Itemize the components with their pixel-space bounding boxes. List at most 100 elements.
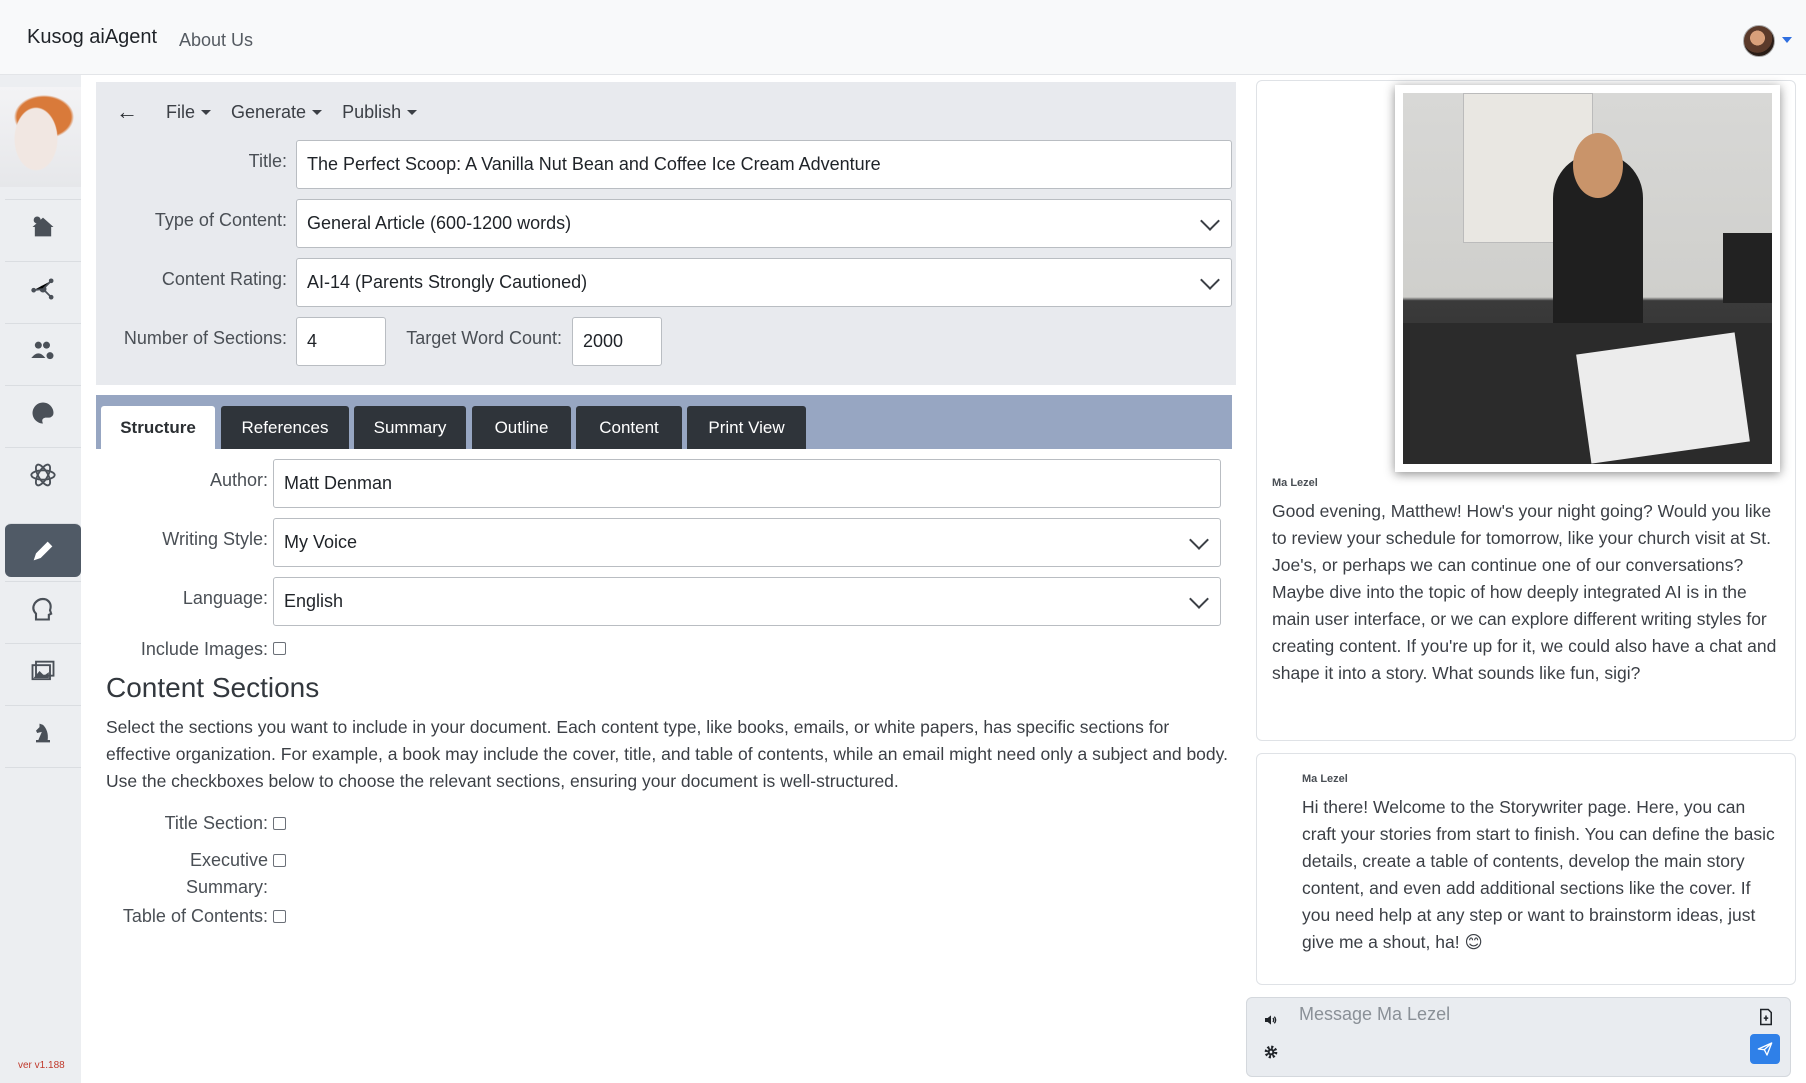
version-label: ver v1.188	[18, 1060, 65, 1071]
images-icon	[31, 660, 55, 680]
atom-icon	[30, 463, 56, 486]
content-type-value: General Article (600-1200 words)	[307, 213, 572, 233]
pen-icon	[33, 541, 53, 560]
message-composer: Message Ma Lezel	[1246, 997, 1791, 1077]
paper-plane-icon	[1757, 1042, 1773, 1056]
file-menu[interactable]: File	[166, 101, 212, 123]
sidebar-item-mind[interactable]	[5, 581, 81, 635]
content-type-label: Type of Content:	[154, 210, 287, 230]
users-gear-icon	[31, 341, 54, 359]
generate-menu[interactable]: Generate	[231, 101, 323, 123]
include-images-label: Include Images:	[140, 639, 268, 659]
tab-print-view[interactable]: Print View	[687, 406, 806, 449]
tab-summary[interactable]: Summary	[354, 406, 466, 449]
message-speaker: Ma Lezel	[1302, 773, 1348, 785]
tab-content[interactable]: Content	[576, 406, 682, 449]
top-navbar: Kusog aiAgent About Us	[0, 0, 1806, 75]
send-button[interactable]	[1750, 1034, 1780, 1064]
settings-gear-icon[interactable]	[1263, 1044, 1279, 1060]
sidebar-item-palette[interactable]	[5, 385, 81, 439]
back-arrow-icon[interactable]: ←	[116, 99, 138, 125]
exec-summary-label-line2: Summary:	[185, 877, 268, 897]
author-label: Author:	[209, 470, 268, 490]
document-menu-bar: ← File Generate Publish	[116, 99, 437, 125]
title-input-value: The Perfect Scoop: A Vanilla Nut Bean an…	[307, 154, 881, 174]
content-type-select[interactable]: General Article (600-1200 words)	[296, 199, 1232, 248]
writing-style-value: My Voice	[284, 532, 358, 552]
left-sidebar: ver v1.188	[0, 75, 81, 1083]
monitor-shape	[1723, 233, 1772, 303]
sections-count-value: 4	[307, 331, 318, 351]
home-gear-icon	[32, 216, 54, 236]
content-rating-label: Content Rating:	[161, 269, 287, 289]
agent-avatar[interactable]	[0, 87, 81, 187]
character-photo	[1395, 85, 1780, 472]
exec-summary-label-line1: Executive	[189, 850, 268, 870]
character-image	[1403, 93, 1772, 464]
sidebar-item-network[interactable]	[5, 261, 81, 315]
chevron-down-icon	[201, 109, 212, 115]
sections-count-label: Number of Sections:	[123, 328, 287, 348]
attach-document-icon[interactable]	[1758, 1008, 1774, 1026]
toc-label: Table of Contents:	[122, 906, 268, 926]
message-text: Hi there! Welcome to the Storywriter pag…	[1302, 797, 1775, 952]
author-input[interactable]: Matt Denman	[273, 459, 1221, 508]
tab-structure[interactable]: Structure	[101, 406, 215, 449]
content-rating-select[interactable]: AI-14 (Parents Strongly Cautioned)	[296, 258, 1232, 307]
tab-outline[interactable]: Outline	[472, 406, 571, 449]
tab-references[interactable]: References	[221, 406, 349, 449]
sidebar-divider	[5, 767, 81, 768]
speaker-volume-icon[interactable]	[1263, 1012, 1279, 1028]
chevron-down-icon	[1189, 589, 1209, 609]
sidebar-item-home[interactable]	[5, 199, 81, 253]
face-shape	[1573, 133, 1623, 198]
chevron-down-icon	[1189, 530, 1209, 550]
content-sections-heading: Content Sections	[106, 672, 320, 703]
title-input[interactable]: The Perfect Scoop: A Vanilla Nut Bean an…	[296, 140, 1232, 189]
publish-menu-label: Publish	[342, 101, 402, 122]
chevron-down-icon	[312, 109, 323, 115]
writing-style-label: Writing Style:	[162, 529, 268, 549]
publish-menu[interactable]: Publish	[342, 101, 418, 123]
chess-knight-icon	[36, 723, 50, 742]
nav-about-link[interactable]: About Us	[179, 30, 253, 51]
content-sections-description: Select the sections you want to include …	[106, 717, 1228, 791]
exec-summary-checkbox[interactable]	[273, 854, 286, 867]
language-value: English	[284, 591, 344, 611]
content-rating-value: AI-14 (Parents Strongly Cautioned)	[307, 272, 588, 292]
message-speaker: Ma Lezel	[1272, 477, 1318, 489]
sidebar-item-gallery[interactable]	[5, 643, 81, 697]
papers-shape	[1576, 332, 1750, 464]
toc-checkbox[interactable]	[273, 910, 286, 923]
sidebar-item-storywriter[interactable]	[5, 523, 81, 577]
user-menu-caret-icon[interactable]	[1782, 37, 1792, 43]
sidebar-item-atom[interactable]	[5, 447, 81, 501]
writing-style-select[interactable]: My Voice	[273, 518, 1221, 567]
title-section-label: Title Section:	[164, 813, 268, 833]
language-select[interactable]: English	[273, 577, 1221, 626]
word-count-input[interactable]: 2000	[572, 317, 662, 366]
author-value: Matt Denman	[284, 473, 393, 493]
user-avatar[interactable]	[1743, 25, 1775, 57]
head-brain-icon	[32, 597, 53, 621]
chevron-down-icon	[1200, 270, 1220, 290]
sections-count-input[interactable]: 4	[296, 317, 386, 366]
word-count-value: 2000	[583, 331, 624, 351]
chevron-down-icon	[1200, 211, 1220, 231]
include-images-checkbox[interactable]	[273, 642, 286, 655]
brand-logo-text[interactable]: Kusog aiAgent	[27, 26, 157, 49]
sidebar-item-strategy[interactable]	[5, 705, 81, 759]
message-input[interactable]: Message Ma Lezel	[1299, 1004, 1450, 1025]
message-text: Good evening, Matthew! How's your night …	[1272, 501, 1777, 683]
network-icon	[31, 278, 54, 299]
title-label: Title:	[248, 151, 287, 171]
language-label: Language:	[182, 588, 268, 608]
generate-menu-label: Generate	[231, 101, 307, 122]
sidebar-item-users[interactable]	[5, 323, 81, 377]
chevron-down-icon	[407, 109, 418, 115]
file-menu-label: File	[166, 101, 196, 122]
palette-icon	[32, 402, 54, 423]
tab-bar: Structure References Summary Outline Con…	[96, 395, 1232, 449]
title-section-checkbox[interactable]	[273, 817, 286, 830]
word-count-label: Target Word Count:	[406, 328, 562, 348]
